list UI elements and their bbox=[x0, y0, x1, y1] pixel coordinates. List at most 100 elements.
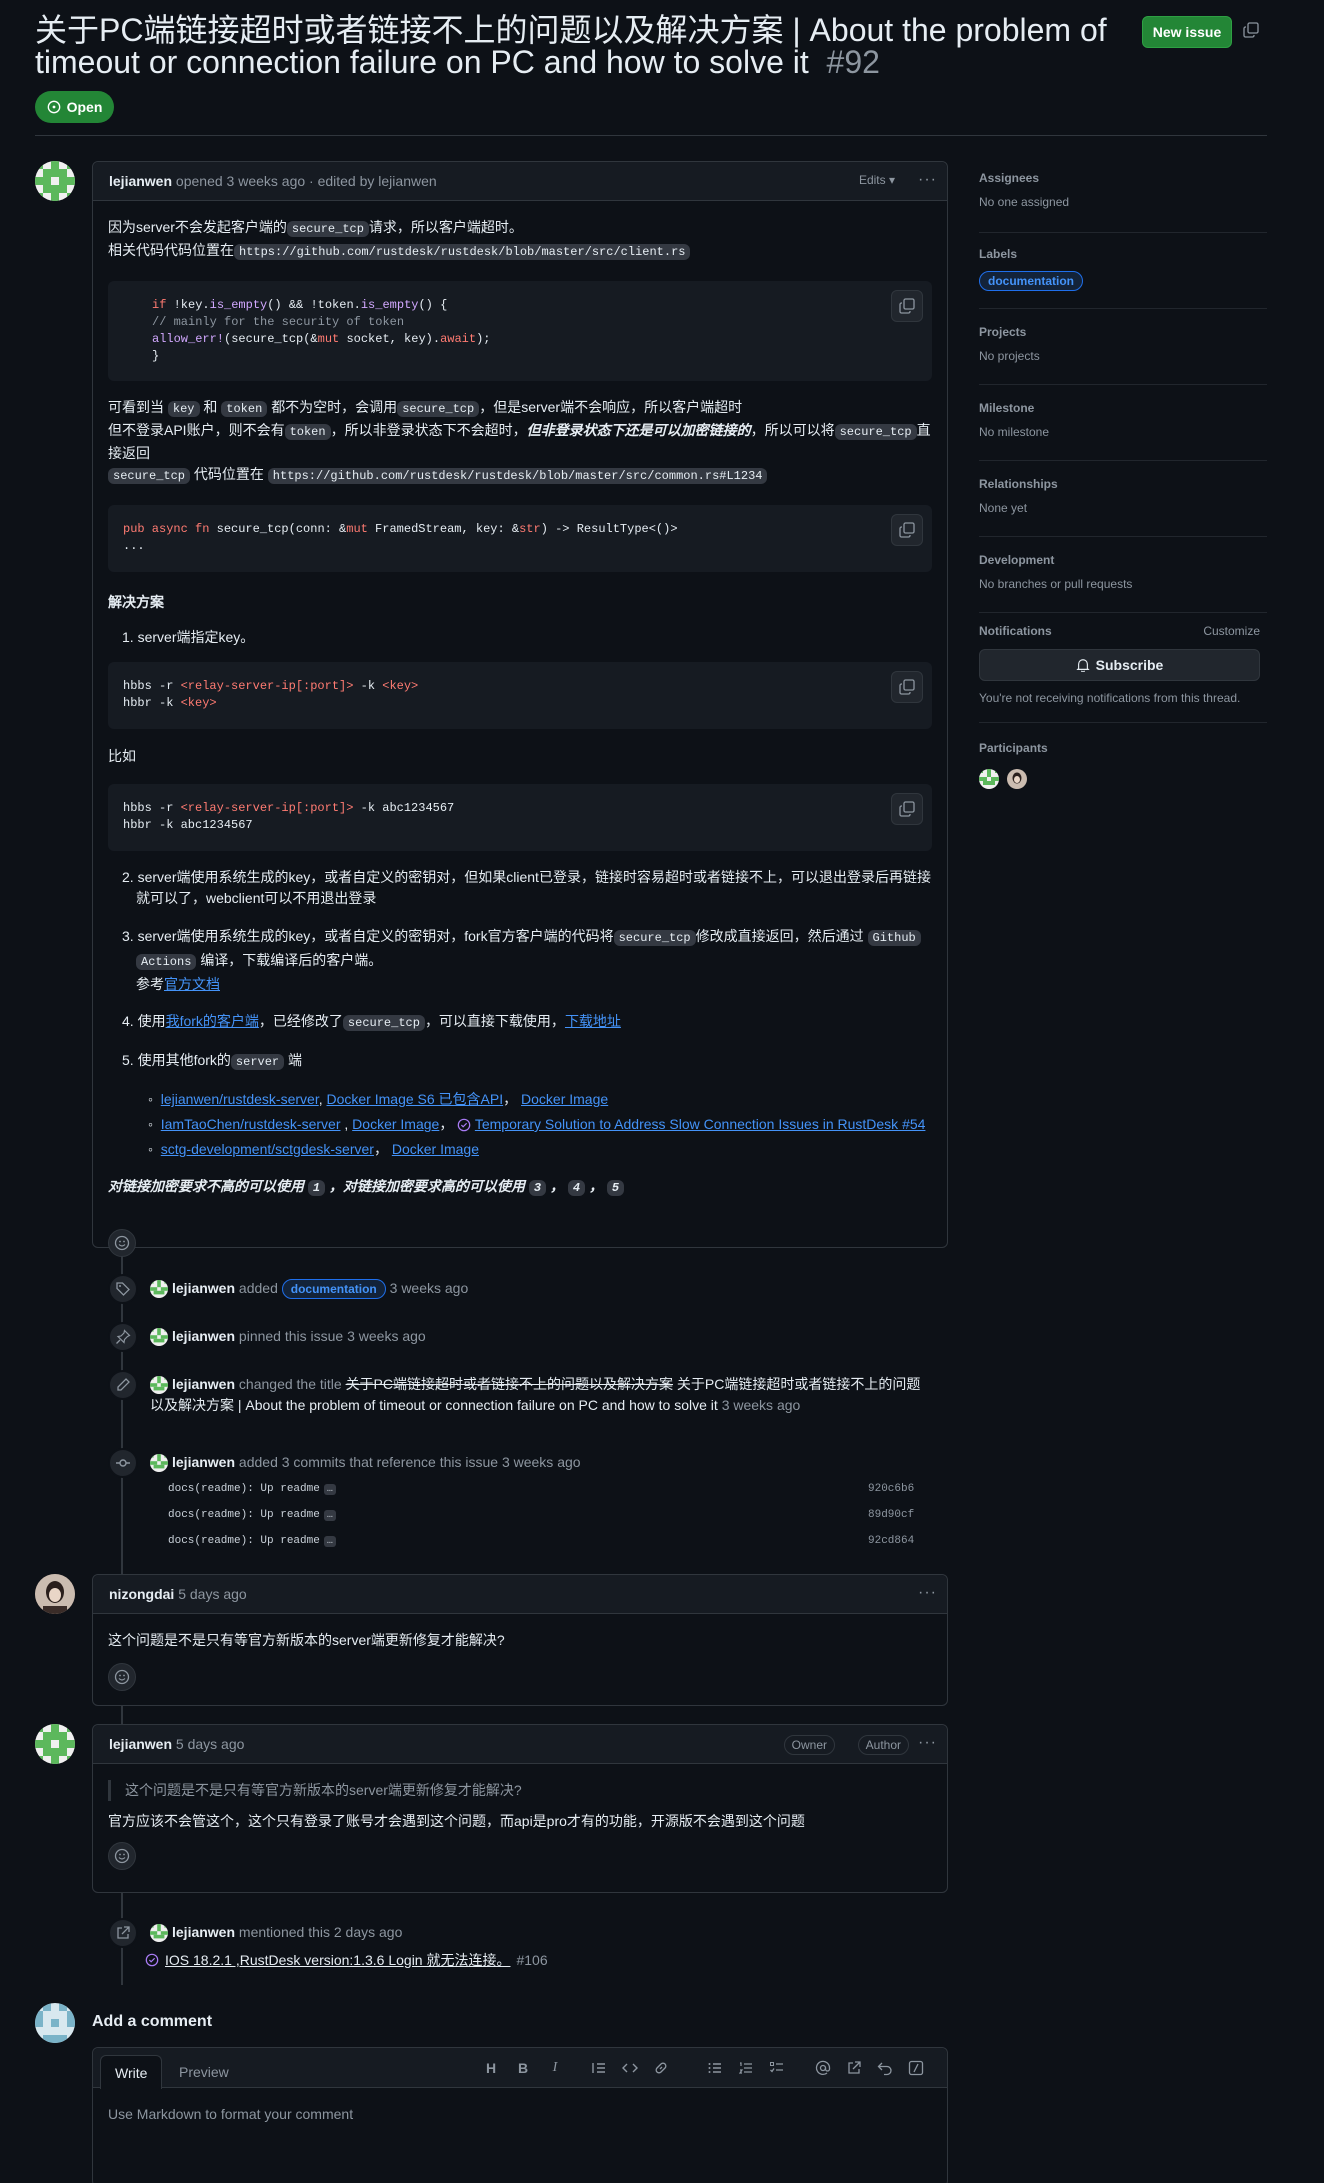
copy-link-icon[interactable] bbox=[1243, 22, 1259, 38]
undo-icon[interactable] bbox=[877, 2060, 893, 2076]
quote-icon[interactable] bbox=[591, 2060, 607, 2076]
event-user[interactable]: lejianwen bbox=[172, 1376, 235, 1392]
avatar[interactable] bbox=[35, 1724, 75, 1764]
slash-commands-icon[interactable] bbox=[908, 2060, 924, 2076]
unordered-list-icon[interactable] bbox=[707, 2060, 723, 2076]
tab-preview[interactable]: Preview bbox=[165, 2055, 243, 2089]
sidebar-heading[interactable]: Labels bbox=[979, 247, 1267, 261]
sidebar-heading[interactable]: Milestone bbox=[979, 401, 1267, 415]
sidebar-heading[interactable]: Development bbox=[979, 553, 1267, 567]
participant-avatar[interactable] bbox=[979, 769, 999, 789]
commit-message[interactable]: docs(readme): Up readme bbox=[168, 1535, 320, 1547]
label-badge[interactable]: documentation bbox=[979, 271, 1083, 291]
reference-icon[interactable] bbox=[846, 2060, 862, 2076]
avatar[interactable] bbox=[150, 1328, 168, 1347]
commit-row[interactable]: docs(readme): Up readme… bbox=[168, 1509, 336, 1521]
task-list-icon[interactable] bbox=[769, 2060, 785, 2076]
sidebar-labels[interactable]: Labels documentation bbox=[979, 247, 1267, 291]
customize-link[interactable]: Customize bbox=[1203, 624, 1260, 638]
official-docs-link[interactable]: 官方文档 bbox=[164, 976, 220, 992]
referenced-issue[interactable]: IOS 18.2.1 ,RustDesk version:1.3.6 Login… bbox=[145, 1950, 548, 1970]
comment-time[interactable]: 5 days ago bbox=[178, 1586, 247, 1602]
issue-reference-link[interactable]: Temporary Solution to Address Slow Conne… bbox=[475, 1116, 926, 1132]
referenced-issue-title[interactable]: IOS 18.2.1 ,RustDesk version:1.3.6 Login… bbox=[165, 1950, 510, 1970]
avatar[interactable] bbox=[150, 1280, 168, 1299]
copy-code-button[interactable] bbox=[891, 793, 923, 825]
edits-dropdown[interactable]: Edits ▾ bbox=[859, 173, 895, 187]
event-user[interactable]: lejianwen bbox=[172, 1280, 235, 1296]
avatar[interactable] bbox=[150, 1454, 168, 1473]
docker-image-link[interactable]: Docker Image bbox=[392, 1141, 479, 1157]
kebab-menu-icon[interactable]: ··· bbox=[918, 1584, 937, 1602]
subscribe-button[interactable]: Subscribe bbox=[979, 649, 1260, 681]
docker-image-link[interactable]: Docker Image bbox=[521, 1091, 608, 1107]
heading-icon[interactable]: H bbox=[483, 2060, 499, 2076]
docker-image-link[interactable]: Docker Image S6 已包含API bbox=[327, 1091, 504, 1107]
comment-meta: opened 3 weeks ago · edited by lejianwen bbox=[175, 173, 437, 189]
commit-row[interactable]: docs(readme): Up readme… bbox=[168, 1535, 336, 1547]
participant-avatar[interactable] bbox=[1007, 769, 1027, 789]
sidebar-heading[interactable]: Relationships bbox=[979, 477, 1267, 491]
comment-author[interactable]: lejianwen bbox=[109, 173, 172, 189]
add-reaction-button[interactable] bbox=[108, 1663, 136, 1691]
italic-icon[interactable]: I bbox=[547, 2060, 563, 2076]
sidebar-milestone[interactable]: Milestone No milestone bbox=[979, 401, 1267, 439]
commit-row[interactable]: docs(readme): Up readme… bbox=[168, 1483, 336, 1495]
sidebar-assignees[interactable]: Assignees No one assigned bbox=[979, 171, 1267, 209]
inline-code: 3 bbox=[528, 1180, 547, 1196]
link-icon[interactable] bbox=[653, 2060, 669, 2076]
add-reaction-button[interactable] bbox=[108, 1842, 136, 1870]
commit-sha[interactable]: 920c6b6 bbox=[868, 1483, 914, 1495]
ordered-list-icon[interactable] bbox=[738, 2060, 754, 2076]
mention-icon[interactable] bbox=[815, 2060, 831, 2076]
avatar[interactable] bbox=[35, 161, 75, 201]
expand-commit-button[interactable]: … bbox=[323, 1510, 336, 1521]
edits-label: Edits bbox=[858, 173, 886, 187]
kebab-menu-icon[interactable]: ··· bbox=[918, 171, 937, 189]
bold-icon[interactable]: B bbox=[515, 2060, 531, 2076]
avatar[interactable] bbox=[150, 1924, 168, 1943]
sidebar-relationships[interactable]: Relationships None yet bbox=[979, 477, 1267, 515]
code-icon[interactable] bbox=[622, 2060, 638, 2076]
copy-code-button[interactable] bbox=[891, 514, 923, 546]
sidebar-heading[interactable]: Assignees bbox=[979, 171, 1267, 185]
sidebar-development[interactable]: Development No branches or pull requests bbox=[979, 553, 1267, 591]
issue-state-label: Open bbox=[66, 99, 103, 115]
avatar[interactable] bbox=[150, 1376, 168, 1395]
referenced-issue-number[interactable]: #106 bbox=[516, 1952, 547, 1968]
expand-commit-button[interactable]: … bbox=[323, 1484, 336, 1495]
event-action: mentioned this bbox=[238, 1924, 330, 1940]
comment-author[interactable]: lejianwen bbox=[109, 1736, 172, 1752]
expand-commit-button[interactable]: … bbox=[323, 1536, 336, 1547]
comment-author[interactable]: nizongdai bbox=[109, 1586, 174, 1602]
commit-sha[interactable]: 89d90cf bbox=[868, 1509, 914, 1521]
download-link[interactable]: 下载地址 bbox=[565, 1013, 621, 1029]
avatar[interactable] bbox=[35, 1574, 75, 1614]
commit-message[interactable]: docs(readme): Up readme bbox=[168, 1509, 320, 1521]
inline-code: secure_tcp bbox=[342, 1015, 425, 1031]
kebab-menu-icon[interactable]: ··· bbox=[918, 1734, 937, 1752]
copy-code-button[interactable] bbox=[891, 671, 923, 703]
event-user[interactable]: lejianwen bbox=[172, 1924, 235, 1940]
repo-link[interactable]: lejianwen/rustdesk-server bbox=[161, 1091, 319, 1107]
commit-sha[interactable]: 92cd864 bbox=[868, 1535, 914, 1547]
new-issue-button[interactable]: New issue bbox=[1142, 16, 1232, 48]
copy-code-button[interactable] bbox=[891, 290, 923, 322]
paragraph: 因为server不会发起客户端的 secure_tcp 请求，所以客户端超时。 相关代… bbox=[108, 217, 932, 263]
fork-client-link[interactable]: 我fork的客户端 bbox=[166, 1013, 259, 1029]
comment-time[interactable]: 5 days ago bbox=[176, 1736, 245, 1752]
sidebar-projects[interactable]: Projects No projects bbox=[979, 325, 1267, 363]
label-badge[interactable]: documentation bbox=[281, 1279, 386, 1299]
sidebar-heading[interactable]: Projects bbox=[979, 325, 1267, 339]
docker-image-link[interactable]: Docker Image bbox=[352, 1116, 439, 1132]
comment-textarea[interactable]: Use Markdown to format your comment bbox=[93, 2088, 947, 2140]
text: 可看到当 bbox=[108, 399, 164, 415]
event-user[interactable]: lejianwen bbox=[172, 1328, 235, 1344]
event-user[interactable]: lejianwen bbox=[172, 1454, 235, 1470]
tab-write[interactable]: Write bbox=[100, 2055, 163, 2089]
add-reaction-button[interactable] bbox=[108, 1229, 136, 1257]
avatar[interactable] bbox=[35, 2003, 75, 2043]
repo-link[interactable]: sctg-development/sctgdesk-server bbox=[161, 1141, 374, 1157]
commit-message[interactable]: docs(readme): Up readme bbox=[168, 1483, 320, 1495]
repo-link[interactable]: IamTaoChen/rustdesk-server bbox=[161, 1116, 341, 1132]
